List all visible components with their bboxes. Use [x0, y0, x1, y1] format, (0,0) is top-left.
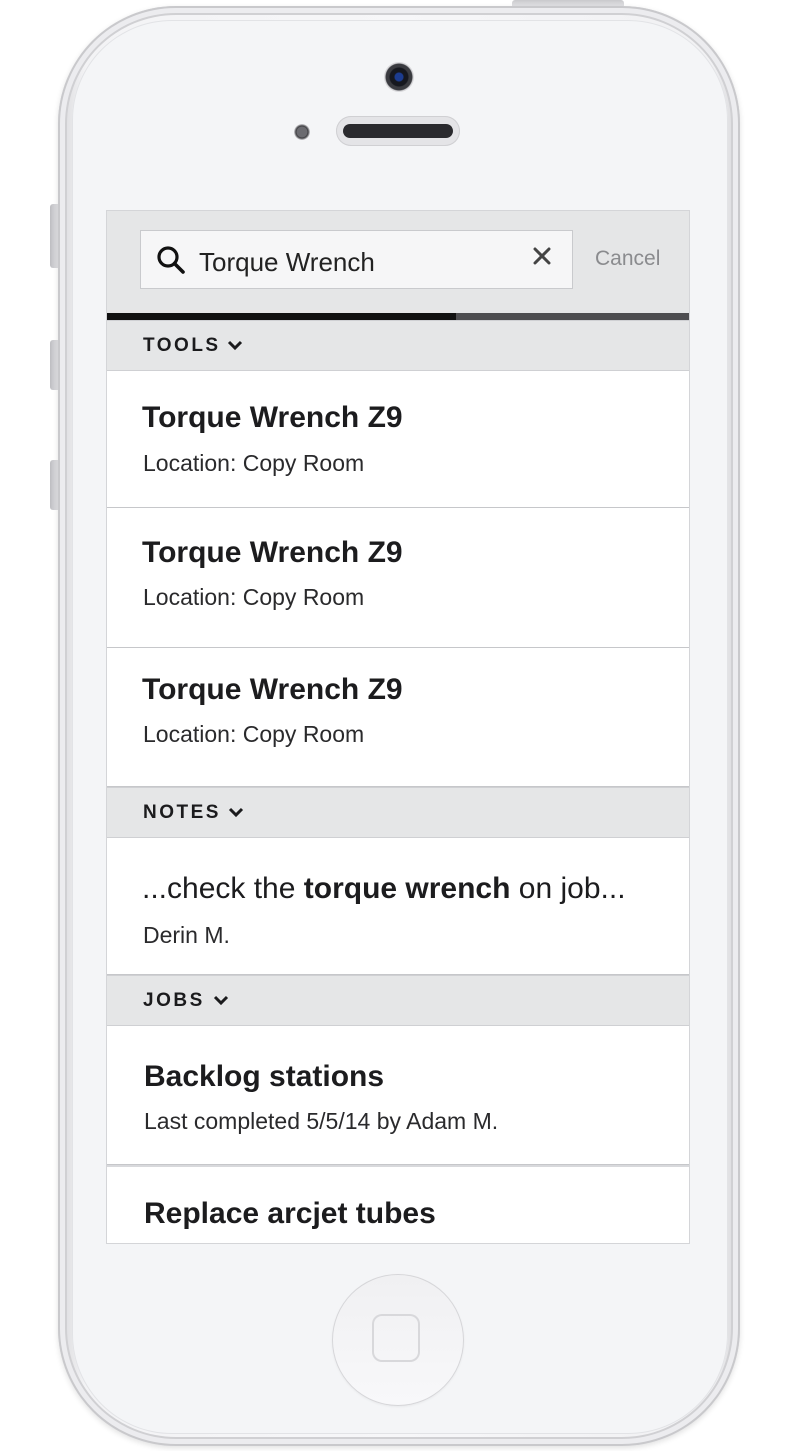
chevron-down-icon [227, 340, 243, 351]
search-progress-fill [107, 313, 457, 320]
proximity-sensor [294, 124, 310, 140]
app-screen: Torque Wrench Cancel TOOLS Torque Wrench… [107, 211, 689, 1243]
job-title: Backlog stations [144, 1060, 385, 1093]
tool-location: Location: Copy Room [143, 721, 365, 747]
section-label: TOOLS [143, 335, 221, 356]
job-title: Replace arcjet tubes [144, 1197, 436, 1230]
tool-title: Torque Wrench Z9 [142, 401, 403, 434]
tool-title: Torque Wrench Z9 [142, 673, 403, 706]
section-label: JOBS [143, 990, 205, 1011]
note-text-highlight: torque wrench [303, 872, 511, 905]
job-last-completed: Last completed 5/5/14 by Adam M. [144, 1108, 499, 1134]
search-icon [157, 246, 185, 274]
note-text-after: on job... [510, 872, 626, 905]
home-button[interactable] [332, 1274, 464, 1406]
note-item[interactable]: ...check the torque wrench on job... Der… [107, 838, 689, 975]
search-progress-bar [107, 313, 689, 320]
section-label: NOTES [143, 802, 221, 823]
job-item[interactable]: Replace arcjet tubes [107, 1165, 689, 1243]
tool-item[interactable]: Torque Wrench Z9 Location: Copy Room [107, 371, 689, 508]
section-header-jobs[interactable]: JOBS [107, 975, 689, 1026]
note-author: Derin M. [143, 922, 230, 948]
earpiece-speaker [336, 116, 460, 146]
chevron-down-icon [213, 995, 229, 1006]
tool-location: Location: Copy Room [143, 584, 365, 610]
search-bar: Torque Wrench Cancel [107, 211, 689, 313]
note-snippet: ...check the torque wrench on job... [142, 872, 626, 906]
tool-item[interactable]: Torque Wrench Z9 Location: Copy Room [107, 508, 689, 648]
close-icon[interactable] [531, 245, 553, 267]
search-input[interactable]: Torque Wrench [140, 230, 573, 289]
note-text-before: ...check the [142, 872, 304, 905]
front-camera [384, 62, 414, 92]
search-query-text: Torque Wrench [199, 247, 375, 277]
section-header-notes[interactable]: NOTES [107, 787, 689, 838]
tool-location: Location: Copy Room [143, 450, 365, 476]
chevron-down-icon [228, 807, 244, 818]
job-item[interactable]: Backlog stations Last completed 5/5/14 b… [107, 1026, 689, 1165]
tool-title: Torque Wrench Z9 [142, 536, 403, 569]
cancel-button[interactable]: Cancel [595, 247, 660, 271]
home-button-square-icon [372, 1314, 420, 1362]
section-header-tools[interactable]: TOOLS [107, 320, 689, 371]
tool-item[interactable]: Torque Wrench Z9 Location: Copy Room [107, 648, 689, 787]
